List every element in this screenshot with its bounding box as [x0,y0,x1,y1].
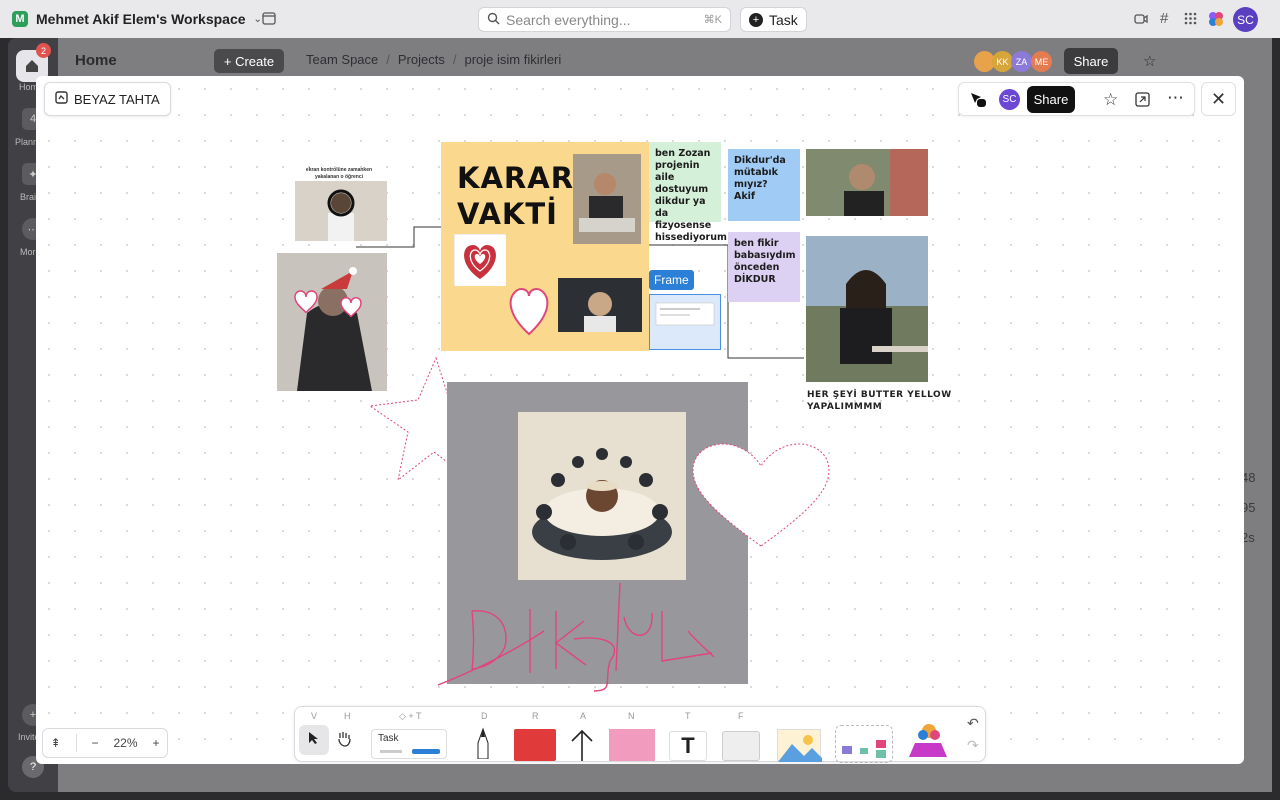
text-tool[interactable]: T [669,731,707,761]
page-title: Home [75,52,117,69]
frame-container[interactable] [649,294,721,350]
workspace-switcher[interactable]: M Mehmet Akif Elem's Workspace ⌄ [12,11,262,27]
collaborator-avatar[interactable]: ZA [1011,51,1032,72]
task-card-label: Task [378,733,399,744]
collapse-up-icon[interactable]: ⇞ [50,736,60,750]
breadcrumb-separator: / [386,52,390,67]
shortcut-key: T [685,711,691,721]
frame-label[interactable]: Frame [649,270,694,290]
cursor-icon [308,731,320,750]
apps-grid-icon[interactable] [1184,12,1197,28]
hashtag-icon[interactable]: # [1160,10,1168,27]
handwritten-dikdur[interactable] [434,581,724,706]
redo-icon[interactable]: ↷ [967,737,979,754]
undo-icon[interactable]: ↶ [967,715,979,732]
shape-tool[interactable] [514,729,556,761]
search-input[interactable]: Search everything... ⌘K [478,7,731,32]
zoom-in-button[interactable]: + [152,736,159,750]
karar-vakti-sticky[interactable]: KARAR VAKTİ [441,142,649,351]
shortcut-key: A [580,711,587,721]
video-icon[interactable] [1134,12,1148,28]
image-icon [778,735,822,764]
sticky-fikir-babasi[interactable]: ben fikir babasıydım önceden DİKDUR [728,232,800,302]
photo-meeting[interactable] [558,278,642,332]
collaborator-avatar[interactable]: ME [1031,51,1052,72]
templates-tool[interactable] [835,725,893,763]
plus-icon: + [749,12,763,27]
search-placeholder: Search everything... [506,11,631,28]
breadcrumb-current[interactable]: proje isim fikirleri [464,52,561,67]
shortcut-key: ◇ + T [399,711,422,721]
breadcrumb-team-space[interactable]: Team Space [306,52,378,67]
workspace-logo: M [12,11,28,27]
breadcrumb-separator: / [452,52,457,67]
divider [75,734,77,752]
calendar-icon[interactable] [262,11,276,28]
shortcut-key: R [532,711,539,721]
photo-laptop-man[interactable] [573,154,641,244]
photo-cafe-woman[interactable] [806,236,928,382]
star-icon[interactable]: ☆ [1143,52,1156,70]
apps-star-icon [905,724,951,764]
breadcrumb-projects[interactable]: Projects [398,52,445,67]
whiteboard-modal: BEYAZ TAHTA SC Share ☆ ⋯ ✕ ekran kontrol… [36,76,1244,764]
zoom-out-button[interactable]: − [91,736,98,750]
shortcut-key: N [628,711,635,721]
photo-headphones[interactable] [806,149,928,216]
arrow-up-icon [569,729,595,764]
photo-student[interactable] [295,181,387,241]
task-card-tool[interactable]: Task [371,729,447,759]
chevron-down-icon: ⌄ [253,13,262,25]
task-card-line [380,750,402,753]
round-table-illustration[interactable] [518,412,686,580]
sticky-zozan[interactable]: ben Zozan projenin aile dostuyum dikdur … [649,142,727,243]
top-bar: M Mehmet Akif Elem's Workspace ⌄ Search … [0,0,1280,38]
heart-shape[interactable] [691,442,831,555]
karar-vakti-title: KARAR VAKTİ [457,161,575,231]
task-card-bar [412,749,440,754]
shortcut-key: F [738,711,744,721]
frame-tool[interactable] [722,731,760,761]
breadcrumb: Team Space / Projects / proje isim fikir… [306,52,561,67]
zoom-level: 22% [113,736,138,750]
hand-tool[interactable] [335,729,353,752]
select-tool[interactable] [299,725,329,755]
zoom-controls: ⇞ − 22% + [42,728,168,758]
sticky-note-tool[interactable] [609,729,655,761]
ask-logo-sticker[interactable] [454,234,506,286]
arrow-tool[interactable] [569,727,595,764]
workspace-name: Mehmet Akif Elem's Workspace [36,11,246,27]
shortcut-key: D [481,711,488,721]
image-tool[interactable] [777,729,822,764]
notification-badge: 2 [36,43,51,58]
sticky-dikdur-question[interactable]: Dikdur'da mütabık mıyız? Akif [728,149,800,221]
flowchart-icon [836,740,894,764]
pen-tool[interactable] [475,727,491,764]
drawing-toolbar: V H ◇ + T D R A N T F Task T ↶ ↷ [294,706,986,764]
new-task-label: Task [769,11,798,28]
collaborator-avatar[interactable]: KK [992,51,1013,72]
heart-sticker[interactable] [505,282,553,341]
create-button[interactable]: + Create [214,49,284,73]
photo-caption: ekran kontrolüne zamanken yakalanan o öğ… [305,167,373,180]
user-avatar[interactable]: SC [1233,7,1258,32]
ai-brain-icon[interactable] [1207,10,1225,31]
search-shortcut: ⌘K [703,14,722,26]
apps-tool[interactable] [905,721,951,764]
share-button-page[interactable]: Share [1064,48,1118,74]
search-icon [487,12,500,28]
shortcut-key: V [311,711,318,721]
hand-icon [335,732,353,751]
shortcut-key: H [344,711,351,721]
pen-icon [475,727,491,763]
new-task-button[interactable]: + Task [740,7,807,32]
butter-yellow-caption: HER ŞEYİ BUTTER YELLOW YAPALIMMMM [807,390,952,412]
